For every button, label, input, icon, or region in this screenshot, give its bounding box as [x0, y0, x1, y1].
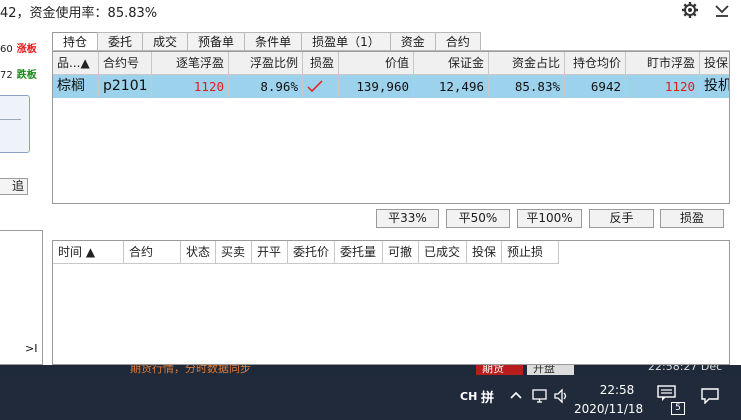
- background-red-label: 期货: [482, 365, 504, 375]
- limit-down-price: 72: [0, 70, 13, 81]
- row-avg-price: 6942: [565, 75, 626, 98]
- col-order-contract[interactable]: 合约: [124, 241, 181, 264]
- row-stop-check-icon[interactable]: [303, 75, 339, 98]
- clock-date[interactable]: 2020/11/18: [574, 402, 643, 416]
- limit-down-row: 72 跌板: [0, 66, 37, 81]
- fund-usage-status: 42，资金使用率：85.83%: [0, 6, 158, 21]
- tab-prepared-orders[interactable]: 预备单: [187, 32, 246, 51]
- row-margin: 12,496: [414, 75, 489, 98]
- col-margin[interactable]: 保证金: [414, 52, 489, 75]
- row-product: 棕榈: [53, 75, 99, 98]
- left-quote-panel: 60 涨板 72 跌板 追 >I: [0, 20, 50, 365]
- tab-conditional-orders[interactable]: 条件单: [244, 32, 303, 51]
- row-value: 139,960: [339, 75, 414, 98]
- background-window-strip: 期货行情，分时数据同步 期货 开盘 22:58:27 Dec: [0, 365, 741, 375]
- notification-count-badge: 5: [671, 402, 685, 415]
- col-value[interactable]: 价值: [339, 52, 414, 75]
- order-input-box[interactable]: [0, 95, 30, 153]
- row-hedge: 投机: [700, 75, 729, 98]
- collapse-chevron-icon[interactable]: [712, 0, 732, 20]
- col-product[interactable]: 品...▲: [53, 52, 99, 75]
- ime-mode-icon[interactable]: 拼: [481, 387, 501, 407]
- row-trade-pnl: 1120: [152, 75, 229, 98]
- limit-up-price: 60: [0, 44, 13, 55]
- row-pnl-ratio: 8.96%: [229, 75, 303, 98]
- col-fund-ratio[interactable]: 资金占比: [489, 52, 565, 75]
- network-icon[interactable]: [531, 387, 551, 407]
- row-contract: p2101: [99, 75, 152, 98]
- tab-funds[interactable]: 资金: [389, 32, 436, 51]
- stop-profit-loss-button[interactable]: 损盈: [660, 209, 724, 228]
- col-side[interactable]: 买卖: [216, 241, 252, 264]
- trade-tabs: 持仓 委托 成交 预备单 条件单 损盈单（1） 资金 合约: [52, 32, 481, 51]
- background-window-text: 期货行情，分时数据同步: [130, 365, 251, 375]
- reverse-button[interactable]: 反手: [589, 209, 654, 228]
- col-contract[interactable]: 合约号: [99, 52, 152, 75]
- col-order-qty[interactable]: 委托量: [335, 241, 383, 264]
- scroll-end-icon[interactable]: >I: [25, 342, 37, 355]
- background-red-button: 期货: [476, 365, 523, 375]
- col-mtm-pnl[interactable]: 盯市浮盈: [626, 52, 700, 75]
- tab-stop-orders[interactable]: 损盈单（1）: [301, 32, 391, 51]
- close-33-button[interactable]: 平33%: [376, 209, 439, 228]
- col-trade-pnl[interactable]: 逐笔浮盈: [152, 52, 229, 75]
- volume-icon[interactable]: [553, 387, 573, 407]
- settings-gear-icon[interactable]: [680, 0, 700, 20]
- orders-header: 时间 ▲ 合约 状态 买卖 开平 委托价 委托量 可撤 已成交 投保 预止损: [53, 241, 559, 264]
- close-50-button[interactable]: 平50%: [446, 209, 510, 228]
- background-time-text: 22:58:27 Dec: [648, 365, 723, 373]
- tab-trades[interactable]: 成交: [142, 32, 189, 51]
- col-status[interactable]: 状态: [181, 241, 216, 264]
- col-pre-stop[interactable]: 预止损: [502, 241, 559, 264]
- col-avg-price[interactable]: 持仓均价: [565, 52, 626, 75]
- positions-table: 品...▲ 合约号 逐笔浮盈 浮盈比例 损盈 价值 保证金 资金占比 持仓均价 …: [52, 51, 730, 204]
- close-100-button[interactable]: 平100%: [517, 209, 582, 228]
- background-grey-label: 开盘: [533, 365, 555, 375]
- col-cancelable[interactable]: 可撤: [383, 241, 419, 264]
- background-grey-button: 开盘: [527, 365, 574, 375]
- table-row[interactable]: 棕榈 p2101 1120 8.96% 139,960 12,496 85.83…: [53, 75, 729, 98]
- col-pnl-ratio[interactable]: 浮盈比例: [229, 52, 303, 75]
- col-order-price[interactable]: 委托价: [288, 241, 335, 264]
- row-mtm-pnl: 1120: [626, 75, 700, 98]
- col-filled[interactable]: 已成交: [419, 241, 467, 264]
- limit-up-row: 60 涨板: [0, 40, 37, 55]
- clock-time[interactable]: 22:58: [597, 383, 637, 397]
- tab-contracts[interactable]: 合约: [434, 32, 481, 51]
- chevron-up-icon[interactable]: [508, 387, 528, 407]
- col-open-close[interactable]: 开平: [252, 241, 288, 264]
- col-order-hedge[interactable]: 投保: [467, 241, 502, 264]
- col-stop[interactable]: 损盈: [303, 52, 339, 75]
- tab-orders[interactable]: 委托: [97, 32, 144, 51]
- limit-down-label: 跌板: [16, 70, 37, 81]
- row-fund-ratio: 85.83%: [489, 75, 565, 98]
- tab-positions[interactable]: 持仓: [52, 32, 99, 51]
- limit-up-label: 涨板: [16, 44, 37, 55]
- windows-taskbar: CH 拼 22:58 2020/11/18 5: [0, 375, 741, 420]
- chase-button[interactable]: 追: [0, 178, 28, 195]
- col-time[interactable]: 时间 ▲: [53, 241, 124, 264]
- input-language-indicator[interactable]: CH: [460, 390, 477, 403]
- top-status-bar: 42，资金使用率：85.83%: [0, 0, 741, 21]
- action-center-icon[interactable]: [701, 388, 721, 408]
- col-hedge[interactable]: 投保: [700, 52, 729, 75]
- positions-header: 品...▲ 合约号 逐笔浮盈 浮盈比例 损盈 价值 保证金 资金占比 持仓均价 …: [53, 52, 729, 75]
- orders-table: 时间 ▲ 合约 状态 买卖 开平 委托价 委托量 可撤 已成交 投保 预止损: [52, 240, 730, 365]
